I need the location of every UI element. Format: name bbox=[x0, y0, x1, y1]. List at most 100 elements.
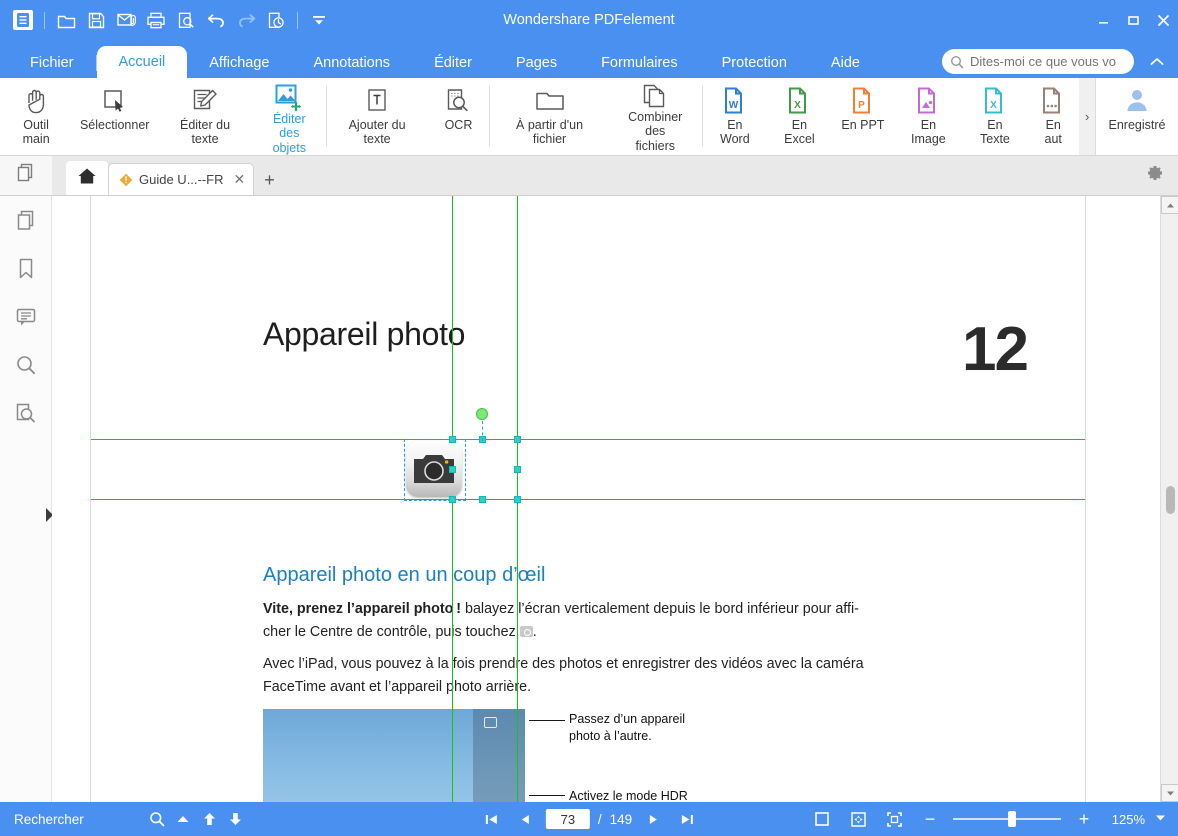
resize-handle-sw[interactable] bbox=[449, 496, 456, 503]
to-ppt-button[interactable]: P En PPT bbox=[832, 78, 894, 155]
sidebar-item-comments[interactable] bbox=[13, 304, 39, 330]
fit-width-icon[interactable] bbox=[881, 806, 907, 832]
page-separator: / bbox=[597, 811, 602, 827]
tab-accueil[interactable]: Accueil bbox=[96, 46, 188, 78]
pdfelement-window: Wondershare PDFelement Fichier Accueil A… bbox=[0, 0, 1178, 836]
sidebar-item-thumbnails[interactable] bbox=[13, 208, 39, 234]
next-match-icon[interactable] bbox=[222, 806, 248, 832]
save-icon[interactable] bbox=[83, 7, 109, 33]
zoom-slider-thumb[interactable] bbox=[1008, 811, 1016, 827]
search-icon[interactable] bbox=[144, 806, 170, 832]
tab-fichier[interactable]: Fichier bbox=[8, 48, 96, 78]
tab-annotations[interactable]: Annotations bbox=[291, 48, 412, 78]
to-text-icon: X bbox=[982, 84, 1008, 118]
tab-protection[interactable]: Protection bbox=[700, 48, 809, 78]
close-button[interactable] bbox=[1148, 0, 1178, 40]
hand-tool-button[interactable]: Outil main bbox=[0, 78, 72, 155]
find-label[interactable]: Rechercher bbox=[14, 812, 144, 827]
pdf-page[interactable]: Appareil photo 12 Appareil photo en un c… bbox=[90, 196, 1086, 802]
zoom-slider[interactable] bbox=[953, 811, 1061, 827]
to-ppt-icon: P bbox=[850, 84, 876, 118]
sidebar-item-bookmarks[interactable] bbox=[13, 256, 39, 282]
caret-down-icon[interactable] bbox=[1155, 814, 1166, 824]
first-match-icon[interactable] bbox=[196, 806, 222, 832]
to-image-button[interactable]: En Image bbox=[894, 78, 963, 155]
undo-icon[interactable] bbox=[203, 7, 229, 33]
new-tab-button[interactable]: + bbox=[254, 170, 285, 195]
tell-me-search-box[interactable] bbox=[942, 49, 1134, 74]
sidebar-item-search[interactable] bbox=[13, 352, 39, 378]
tab-editer[interactable]: Éditer bbox=[412, 48, 494, 78]
minimize-button[interactable] bbox=[1088, 0, 1118, 40]
resize-handle-e[interactable] bbox=[514, 466, 521, 473]
zoom-in-button[interactable]: + bbox=[1071, 806, 1097, 832]
vertical-scrollbar[interactable] bbox=[1160, 196, 1178, 802]
scroll-down-button[interactable] bbox=[1161, 784, 1178, 802]
docstrip-spacer bbox=[0, 156, 52, 195]
home-tab[interactable] bbox=[66, 161, 108, 195]
resize-handle-nw[interactable] bbox=[449, 436, 456, 443]
app-menu-icon[interactable] bbox=[10, 7, 36, 33]
document-tab-guide[interactable]: Guide U...--FR ✕ bbox=[108, 163, 255, 195]
recent-history-icon[interactable] bbox=[263, 7, 289, 33]
select-button[interactable]: Sélectionner bbox=[72, 78, 157, 155]
ribbon-toolbar: Outil main Sélectionner Éditer du texte … bbox=[0, 78, 1178, 156]
pages-thumbnail-icon[interactable] bbox=[17, 163, 35, 188]
to-word-button[interactable]: W En Word bbox=[703, 78, 767, 155]
close-icon[interactable]: ✕ bbox=[234, 171, 246, 188]
tab-affichage[interactable]: Affichage bbox=[187, 48, 291, 78]
callout-2-line1: Activez le mode HDR bbox=[569, 789, 688, 802]
email-attach-icon[interactable] bbox=[113, 7, 139, 33]
hand-tool-icon bbox=[23, 84, 49, 118]
ocr-button[interactable]: OCR bbox=[427, 78, 489, 155]
document-viewport[interactable]: Appareil photo 12 Appareil photo en un c… bbox=[52, 196, 1178, 802]
title-bar: Wondershare PDFelement bbox=[0, 0, 1178, 40]
tab-pages[interactable]: Pages bbox=[494, 48, 579, 78]
resize-handle-s[interactable] bbox=[479, 496, 486, 503]
maximize-button[interactable] bbox=[1118, 0, 1148, 40]
to-excel-icon: X bbox=[786, 84, 812, 118]
scroll-up-button[interactable] bbox=[1161, 196, 1178, 214]
last-page-button[interactable] bbox=[674, 806, 700, 832]
to-text-label: En Texte bbox=[980, 118, 1010, 147]
ribbon-overflow-button[interactable]: › bbox=[1079, 78, 1095, 155]
open-file-icon[interactable] bbox=[53, 7, 79, 33]
edit-objects-button[interactable]: Éditer des objets bbox=[253, 78, 326, 155]
to-excel-button[interactable]: X En Excel bbox=[767, 78, 832, 155]
scrollbar-thumb[interactable] bbox=[1166, 486, 1175, 514]
next-page-button[interactable] bbox=[640, 806, 666, 832]
add-text-button[interactable]: Ajouter du texte bbox=[327, 78, 428, 155]
to-ppt-label: En PPT bbox=[841, 118, 885, 132]
single-page-view-icon[interactable] bbox=[809, 806, 835, 832]
search-input[interactable] bbox=[970, 54, 1134, 69]
sidebar-item-document-search[interactable] bbox=[13, 400, 39, 426]
prev-page-button[interactable] bbox=[512, 806, 538, 832]
resize-handle-w[interactable] bbox=[449, 466, 456, 473]
horizontal-guide-top bbox=[91, 439, 1085, 440]
object-selection-box[interactable] bbox=[404, 439, 466, 501]
to-text-button[interactable]: X En Texte bbox=[963, 78, 1027, 155]
first-page-button[interactable] bbox=[478, 806, 504, 832]
to-other-button[interactable]: En aut bbox=[1027, 78, 1079, 155]
zoom-level-label[interactable]: 125% bbox=[1107, 812, 1145, 827]
tab-formulaires[interactable]: Formulaires bbox=[579, 48, 700, 78]
print-icon[interactable] bbox=[143, 7, 169, 33]
tab-aide[interactable]: Aide bbox=[809, 48, 882, 78]
edit-text-button[interactable]: Éditer du texte bbox=[157, 78, 253, 155]
prev-match-icon[interactable] bbox=[170, 806, 196, 832]
combine-files-button[interactable]: Combiner des fichiers bbox=[609, 78, 702, 155]
chevron-up-icon[interactable] bbox=[1150, 54, 1164, 70]
from-file-button[interactable]: À partir d'un fichier bbox=[490, 78, 608, 155]
fit-page-icon[interactable] bbox=[845, 806, 871, 832]
rotation-connector bbox=[482, 421, 483, 441]
current-page-input[interactable] bbox=[545, 809, 590, 829]
gear-icon[interactable] bbox=[1146, 164, 1164, 187]
zoom-out-button[interactable]: − bbox=[917, 806, 943, 832]
main-area: Appareil photo 12 Appareil photo en un c… bbox=[0, 196, 1178, 802]
resize-handle-ne[interactable] bbox=[514, 436, 521, 443]
account-button[interactable]: Enregistré bbox=[1096, 78, 1178, 155]
resize-handle-se[interactable] bbox=[514, 496, 521, 503]
print-preview-icon[interactable] bbox=[173, 7, 199, 33]
rotate-handle[interactable] bbox=[476, 408, 488, 420]
qat-dropdown-icon[interactable] bbox=[306, 7, 332, 33]
